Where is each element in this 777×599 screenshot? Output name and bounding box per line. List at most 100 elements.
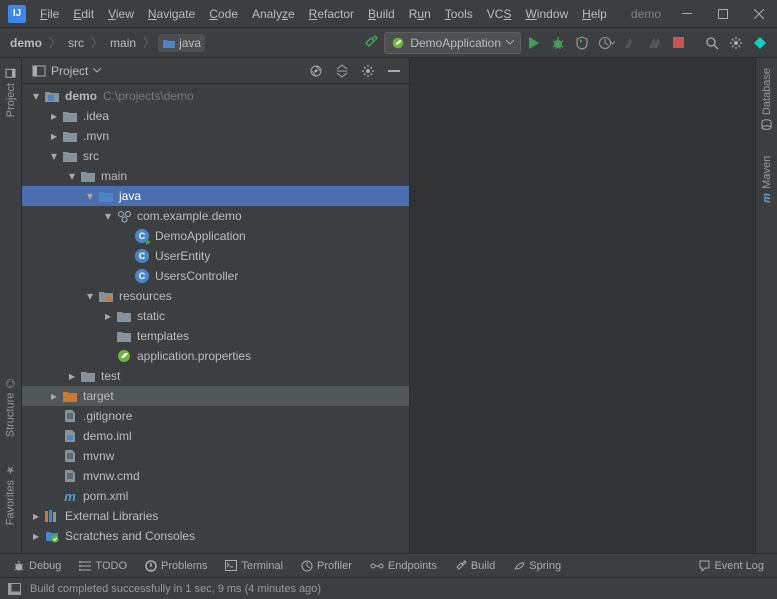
maximize-button[interactable] xyxy=(705,0,741,28)
bottom-tab-spring[interactable]: Spring xyxy=(506,558,568,574)
chevron-down-icon[interactable]: ▾ xyxy=(66,170,78,182)
project-view-selector[interactable]: Project xyxy=(26,62,107,80)
menu-analyze[interactable]: Analyze xyxy=(246,4,301,24)
tree-node-root[interactable]: ▾demoC:\projects\demo xyxy=(22,86,409,106)
coverage-button[interactable] xyxy=(571,32,593,54)
breadcrumb-java[interactable]: java xyxy=(158,34,205,52)
tree-node-src[interactable]: ▾src xyxy=(22,146,409,166)
chevron-right-icon[interactable]: ▸ xyxy=(48,390,60,402)
bottom-tab-problems[interactable]: Problems xyxy=(138,558,214,574)
node-label: pom.xml xyxy=(83,489,128,503)
attach-profiler-icon[interactable] xyxy=(643,32,665,54)
chevron-down-icon[interactable]: ▾ xyxy=(84,190,96,202)
menu-view[interactable]: View xyxy=(102,4,140,24)
left-tab-project[interactable]: Project xyxy=(3,64,19,121)
close-button[interactable] xyxy=(741,0,777,28)
menu-refactor[interactable]: Refactor xyxy=(303,4,360,24)
tree-node-java[interactable]: ▾java xyxy=(22,186,409,206)
attach-debugger-icon[interactable] xyxy=(619,32,641,54)
hide-panel-icon[interactable] xyxy=(383,60,405,82)
tree-node-class-userscontroller[interactable]: ▸CUsersController xyxy=(22,266,409,286)
chevron-right-icon[interactable]: ▸ xyxy=(30,530,42,542)
stop-button[interactable] xyxy=(667,32,689,54)
left-tab-favorites[interactable]: Favorites ★ xyxy=(2,459,19,529)
ide-settings-icon[interactable] xyxy=(725,32,747,54)
menu-file[interactable]: File xyxy=(34,4,65,24)
minimize-button[interactable] xyxy=(669,0,705,28)
chevron-right-icon[interactable]: ▸ xyxy=(102,310,114,322)
node-label: DemoApplication xyxy=(155,229,246,243)
build-hammer-icon[interactable] xyxy=(360,32,382,54)
bottom-tab-todo[interactable]: TODO xyxy=(72,558,134,574)
bottom-tab-terminal[interactable]: Terminal xyxy=(218,558,290,574)
tree-node-external-libs[interactable]: ▸External Libraries xyxy=(22,506,409,526)
tree-node-appprops[interactable]: ▸application.properties xyxy=(22,346,409,366)
tree-node-class-userentity[interactable]: ▸CUserEntity xyxy=(22,246,409,266)
breadcrumb-main[interactable]: main xyxy=(106,34,140,52)
tree-node-test[interactable]: ▸test xyxy=(22,366,409,386)
project-tree[interactable]: ▾demoC:\projects\demo ▸.idea ▸.mvn ▾src … xyxy=(22,84,409,553)
run-config-selector[interactable]: DemoApplication xyxy=(384,32,521,54)
menu-run[interactable]: Run xyxy=(403,4,437,24)
menu-code[interactable]: Code xyxy=(203,4,244,24)
bottom-tab-profiler[interactable]: Profiler xyxy=(294,558,359,574)
menu-tools[interactable]: Tools xyxy=(439,4,479,24)
tree-node-iml[interactable]: ▸demo.iml xyxy=(22,426,409,446)
breadcrumb-src[interactable]: src xyxy=(64,34,88,52)
menu-build[interactable]: Build xyxy=(362,4,401,24)
profile-button[interactable] xyxy=(595,32,617,54)
chevron-right-icon[interactable]: ▸ xyxy=(30,510,42,522)
chevron-right-icon[interactable]: ▸ xyxy=(66,370,78,382)
chevron-down-icon[interactable]: ▾ xyxy=(84,290,96,302)
chevron-down-icon[interactable]: ▾ xyxy=(48,150,60,162)
bottom-tab-build[interactable]: Build xyxy=(448,558,502,574)
tree-node-resources[interactable]: ▾resources xyxy=(22,286,409,306)
menu-navigate[interactable]: Navigate xyxy=(142,4,201,24)
menu-help[interactable]: Help xyxy=(576,4,613,24)
chevron-right-icon[interactable]: ▸ xyxy=(48,130,60,142)
bottom-tab-endpoints[interactable]: Endpoints xyxy=(363,558,444,574)
bottom-tab-event-log[interactable]: Event Log xyxy=(692,558,771,574)
search-everywhere-icon[interactable] xyxy=(701,32,723,54)
window-controls xyxy=(669,0,777,28)
chevron-down-icon[interactable]: ▾ xyxy=(102,210,114,222)
tree-node-gitignore[interactable]: ▸.gitignore xyxy=(22,406,409,426)
tree-node-class-demoapp[interactable]: ▸CDemoApplication xyxy=(22,226,409,246)
tree-node-mvnw[interactable]: ▸mvnw xyxy=(22,446,409,466)
tree-node-main[interactable]: ▾main xyxy=(22,166,409,186)
tree-node-scratches[interactable]: ▸Scratches and Consoles xyxy=(22,526,409,546)
chevron-down-icon[interactable]: ▾ xyxy=(30,90,42,102)
select-opened-file-icon[interactable] xyxy=(305,60,327,82)
project-panel-header: Project xyxy=(22,58,409,84)
breadcrumb-root[interactable]: demo xyxy=(6,34,46,52)
menu-vcs[interactable]: VCS xyxy=(481,4,518,24)
tool-windows-toggle-icon[interactable] xyxy=(6,581,22,597)
menu-edit[interactable]: Edit xyxy=(67,4,100,24)
bottom-tab-debug[interactable]: Debug xyxy=(6,558,68,574)
panel-settings-icon[interactable] xyxy=(357,60,379,82)
right-tab-maven[interactable]: m Maven xyxy=(759,152,775,207)
tree-node-idea[interactable]: ▸.idea xyxy=(22,106,409,126)
tree-node-package[interactable]: ▾ com.example.demo xyxy=(22,206,409,226)
expand-all-icon[interactable] xyxy=(331,60,353,82)
code-with-me-icon[interactable] xyxy=(749,32,771,54)
tree-node-mvnwcmd[interactable]: ▸mvnw.cmd xyxy=(22,466,409,486)
debug-button[interactable] xyxy=(547,32,569,54)
tree-node-templates[interactable]: ▸templates xyxy=(22,326,409,346)
tree-node-target[interactable]: ▸target xyxy=(22,386,409,406)
tree-node-pom[interactable]: ▸mpom.xml xyxy=(22,486,409,506)
left-tab-structure[interactable]: Structure ⌬ xyxy=(2,375,19,441)
menu-window[interactable]: Window xyxy=(519,4,574,24)
tree-node-mvn[interactable]: ▸.mvn xyxy=(22,126,409,146)
menubar: File Edit View Navigate Code Analyze Ref… xyxy=(34,4,623,24)
properties-file-icon xyxy=(116,348,132,364)
chevron-down-icon xyxy=(506,40,514,45)
project-panel-title: Project xyxy=(51,64,88,78)
right-tab-database[interactable]: Database xyxy=(759,64,775,134)
main-area: Project Structure ⌬ Favorites ★ Project … xyxy=(0,58,777,553)
run-button[interactable] xyxy=(523,32,545,54)
tree-node-static[interactable]: ▸static xyxy=(22,306,409,326)
node-label: com.example.demo xyxy=(137,209,242,223)
chevron-right-icon[interactable]: ▸ xyxy=(48,110,60,122)
project-tool-window: Project ▾demoC:\projects\demo ▸.idea ▸.m… xyxy=(22,58,410,553)
